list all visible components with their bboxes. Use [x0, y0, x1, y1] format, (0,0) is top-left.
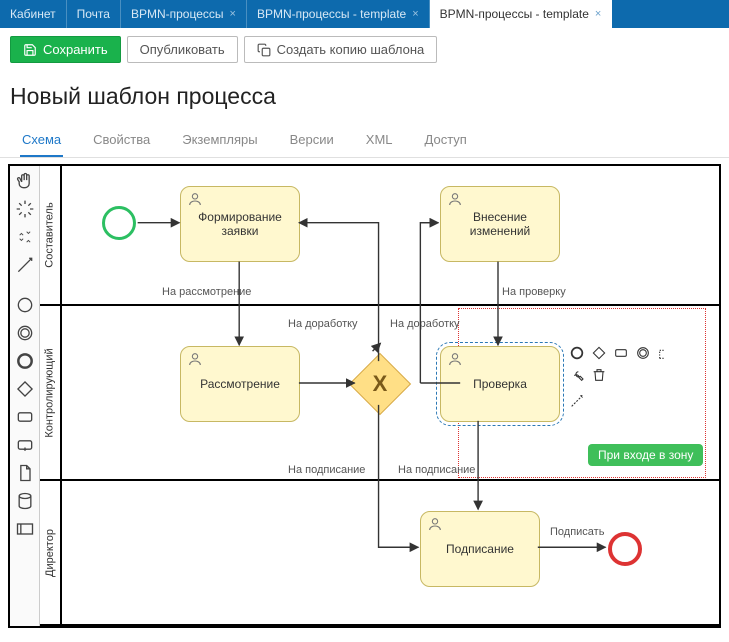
zone-entry-badge[interactable]: При входе в зону: [588, 444, 703, 466]
task-label: Рассмотрение: [200, 377, 280, 391]
view-tab-access[interactable]: Доступ: [423, 126, 469, 157]
palette-connect-tool[interactable]: [12, 252, 38, 278]
task-sign[interactable]: Подписание: [420, 511, 540, 587]
diagram-canvas[interactable]: Составитель Контролирующий Директор Форм…: [8, 164, 721, 628]
gateway-x-icon: X: [359, 363, 401, 405]
close-icon[interactable]: ×: [412, 8, 418, 20]
save-button[interactable]: Сохранить: [10, 36, 121, 63]
start-event[interactable]: [102, 206, 136, 240]
view-tab-instances[interactable]: Экземпляры: [180, 126, 259, 157]
tab-label: BPMN-процессы - template: [257, 7, 406, 21]
view-tab-schema[interactable]: Схема: [20, 126, 63, 157]
tab-label: BPMN-процессы: [131, 7, 224, 21]
view-tabs: Схема Свойства Экземпляры Версии XML Дос…: [0, 120, 729, 158]
lane-header[interactable]: Составитель: [40, 166, 62, 304]
pad-append-gateway[interactable]: [590, 344, 608, 362]
page-title: Новый шаблон процесса: [0, 71, 729, 120]
pad-append-end-event[interactable]: [568, 344, 586, 362]
task-changes[interactable]: Внесение изменений: [440, 186, 560, 262]
task-label: Внесение изменений: [449, 210, 551, 238]
lane-header[interactable]: Контролирующий: [40, 306, 62, 479]
lane-label: Составитель: [44, 202, 56, 267]
tab-bpmn-template-2[interactable]: BPMN-процессы - template ×: [430, 0, 613, 28]
edge-label-to-rework-2: На доработку: [390, 318, 460, 330]
publish-button[interactable]: Опубликовать: [127, 36, 238, 63]
tab-label: Кабинет: [10, 7, 56, 21]
copy-template-button[interactable]: Создать копию шаблона: [244, 36, 438, 63]
palette: [10, 166, 40, 626]
view-tab-properties[interactable]: Свойства: [91, 126, 152, 157]
swimlane-pool: Составитель Контролирующий Директор Форм…: [40, 166, 719, 626]
pad-wrench-icon[interactable]: [568, 366, 586, 384]
task-label: Формирование заявки: [189, 210, 291, 238]
edge-label-to-review: На рассмотрение: [162, 286, 251, 298]
palette-hand-tool[interactable]: [12, 168, 38, 194]
user-task-icon: [187, 191, 203, 207]
palette-start-event[interactable]: [12, 292, 38, 318]
close-icon[interactable]: ×: [595, 8, 601, 20]
copy-icon: [257, 43, 271, 57]
task-label: Подписание: [446, 542, 514, 556]
pad-delete-icon[interactable]: [590, 366, 608, 384]
toolbar: Сохранить Опубликовать Создать копию шаб…: [0, 28, 729, 71]
palette-space-tool[interactable]: [12, 224, 38, 250]
save-label: Сохранить: [43, 42, 108, 57]
pad-append-task[interactable]: [612, 344, 630, 362]
edge-label-to-check: На проверку: [502, 286, 566, 298]
tab-label: BPMN-процессы - template: [440, 7, 589, 21]
user-task-icon: [447, 191, 463, 207]
save-icon: [23, 43, 37, 57]
task-form-request[interactable]: Формирование заявки: [180, 186, 300, 262]
task-check[interactable]: Проверка: [440, 346, 560, 422]
pad-annotation[interactable]: [656, 344, 674, 362]
tab-label: Почта: [77, 7, 110, 21]
pad-connect-icon[interactable]: [568, 392, 586, 410]
user-task-icon: [187, 351, 203, 367]
lane-author: Составитель: [40, 166, 719, 306]
lane-header[interactable]: Директор: [40, 481, 62, 624]
palette-data-store[interactable]: [12, 488, 38, 514]
publish-label: Опубликовать: [140, 42, 225, 57]
task-label: Проверка: [473, 377, 527, 391]
edge-label-to-sign-2: На подписание: [398, 464, 475, 476]
lane-label: Контролирующий: [44, 348, 56, 437]
palette-subprocess[interactable]: [12, 432, 38, 458]
lane-label: Директор: [44, 529, 56, 577]
palette-lasso-tool[interactable]: [12, 196, 38, 222]
tab-cabinet[interactable]: Кабинет: [0, 0, 67, 28]
edge-label-to-rework-1: На доработку: [288, 318, 358, 330]
context-pad: [568, 344, 683, 410]
view-tab-xml[interactable]: XML: [364, 126, 395, 157]
close-icon[interactable]: ×: [230, 8, 236, 20]
user-task-icon: [447, 351, 463, 367]
edge-label-to-sign-1: На подписание: [288, 464, 365, 476]
palette-intermediate-event[interactable]: [12, 320, 38, 346]
palette-data-object[interactable]: [12, 460, 38, 486]
palette-task[interactable]: [12, 404, 38, 430]
end-event[interactable]: [608, 532, 642, 566]
palette-gateway[interactable]: [12, 376, 38, 402]
edge-label-sign: Подписать: [550, 526, 604, 538]
top-tab-bar: Кабинет Почта BPMN-процессы × BPMN-проце…: [0, 0, 729, 28]
user-task-icon: [427, 516, 443, 532]
task-review[interactable]: Рассмотрение: [180, 346, 300, 422]
view-tab-versions[interactable]: Версии: [288, 126, 336, 157]
pad-append-intermediate[interactable]: [634, 344, 652, 362]
tab-bpmn[interactable]: BPMN-процессы ×: [121, 0, 247, 28]
tab-bpmn-template-1[interactable]: BPMN-процессы - template ×: [247, 0, 430, 28]
palette-participant[interactable]: [12, 516, 38, 542]
tab-mail[interactable]: Почта: [67, 0, 121, 28]
copy-label: Создать копию шаблона: [277, 42, 425, 57]
palette-end-event[interactable]: [12, 348, 38, 374]
